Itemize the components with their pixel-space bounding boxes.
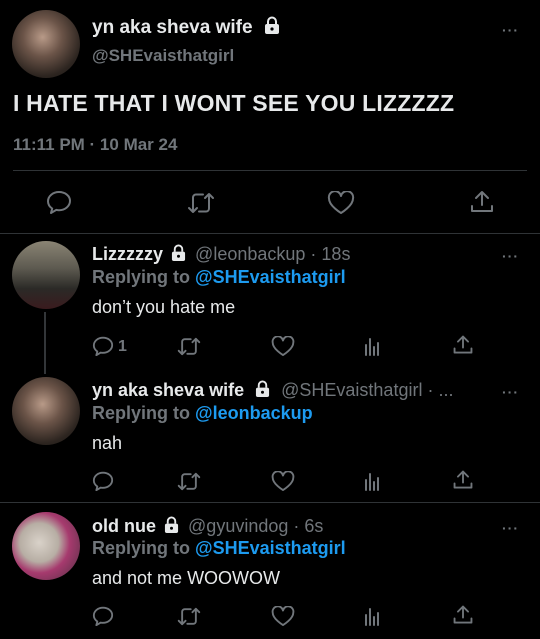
- replying-to: Replying to @SHEvaisthatgirl: [92, 538, 346, 559]
- replying-to-link[interactable]: @SHEvaisthatgirl: [195, 538, 346, 558]
- display-name[interactable]: yn aka sheva wife: [92, 16, 280, 40]
- tweet-timestamp[interactable]: 11:11 PM · 10 Mar 24: [13, 135, 177, 155]
- replying-to-link[interactable]: @leonbackup: [195, 403, 313, 423]
- handle[interactable]: @leonbackup: [195, 244, 305, 264]
- share-icon[interactable]: [452, 334, 474, 356]
- divider: [13, 170, 527, 171]
- reply-icon[interactable]: [92, 606, 114, 626]
- share-icon[interactable]: [452, 604, 474, 626]
- analytics-icon[interactable]: [364, 336, 380, 356]
- reply-text: don’t you hate me: [92, 297, 236, 317]
- reply-time[interactable]: · 6s: [293, 516, 323, 536]
- thread-line: [44, 312, 46, 374]
- reply-header: Lizzzzzy @leonbackup · 18s: [92, 244, 350, 266]
- more-icon[interactable]: ···: [502, 520, 519, 536]
- avatar[interactable]: [12, 512, 80, 580]
- avatar[interactable]: [12, 377, 80, 445]
- replying-to: Replying to @SHEvaisthatgirl: [92, 267, 346, 288]
- reply-icon[interactable]: [92, 336, 114, 356]
- replying-to: Replying to @leonbackup: [92, 403, 313, 424]
- share-icon[interactable]: [469, 189, 495, 215]
- replying-to-link[interactable]: @SHEvaisthatgirl: [195, 267, 346, 287]
- lock-icon: [164, 516, 179, 538]
- like-icon[interactable]: [271, 336, 295, 357]
- like-icon[interactable]: [327, 191, 355, 215]
- retweet-icon[interactable]: [177, 472, 201, 491]
- avatar[interactable]: [12, 10, 80, 78]
- more-icon[interactable]: ···: [502, 22, 519, 38]
- divider: [0, 502, 540, 503]
- lock-icon: [171, 244, 186, 266]
- reply-icon[interactable]: [46, 190, 72, 214]
- more-icon[interactable]: ···: [502, 248, 519, 264]
- replying-prefix: Replying to: [92, 267, 190, 287]
- display-name-text[interactable]: yn aka sheva wife: [92, 17, 253, 38]
- retweet-icon[interactable]: [177, 337, 201, 356]
- handle[interactable]: @SHEvaisthatgirl · ...: [281, 380, 453, 400]
- display-name[interactable]: old nue: [92, 516, 156, 536]
- reply-time[interactable]: · 18s: [310, 244, 350, 264]
- reply-count: 1: [118, 338, 127, 355]
- reply-text: and not me WOOWOW: [92, 568, 281, 588]
- display-name[interactable]: yn aka sheva wife: [92, 380, 244, 400]
- share-icon[interactable]: [452, 469, 474, 491]
- display-name[interactable]: Lizzzzzy: [92, 244, 163, 264]
- tweet-text: I HATE THAT I WONT SEE YOU LIZZZZZ: [13, 90, 455, 116]
- divider: [0, 233, 540, 234]
- reply-icon[interactable]: [92, 471, 114, 491]
- reply-header: yn aka sheva wife @SHEvaisthatgirl · ...: [92, 380, 453, 402]
- like-icon[interactable]: [271, 471, 295, 492]
- handle[interactable]: @SHEvaisthatgirl: [92, 46, 234, 66]
- analytics-icon[interactable]: [364, 606, 380, 626]
- more-icon[interactable]: ···: [502, 384, 519, 400]
- retweet-icon[interactable]: [187, 192, 215, 214]
- replying-prefix: Replying to: [92, 403, 190, 423]
- analytics-icon[interactable]: [364, 471, 380, 491]
- lock-icon: [255, 380, 270, 402]
- handle[interactable]: @gyuvindog: [188, 516, 288, 536]
- retweet-icon[interactable]: [177, 607, 201, 626]
- replying-prefix: Replying to: [92, 538, 190, 558]
- reply-text: nah: [92, 433, 123, 453]
- avatar[interactable]: [12, 241, 80, 309]
- like-icon[interactable]: [271, 606, 295, 627]
- lock-icon: [264, 16, 280, 40]
- reply-header: old nue @gyuvindog · 6s: [92, 516, 323, 538]
